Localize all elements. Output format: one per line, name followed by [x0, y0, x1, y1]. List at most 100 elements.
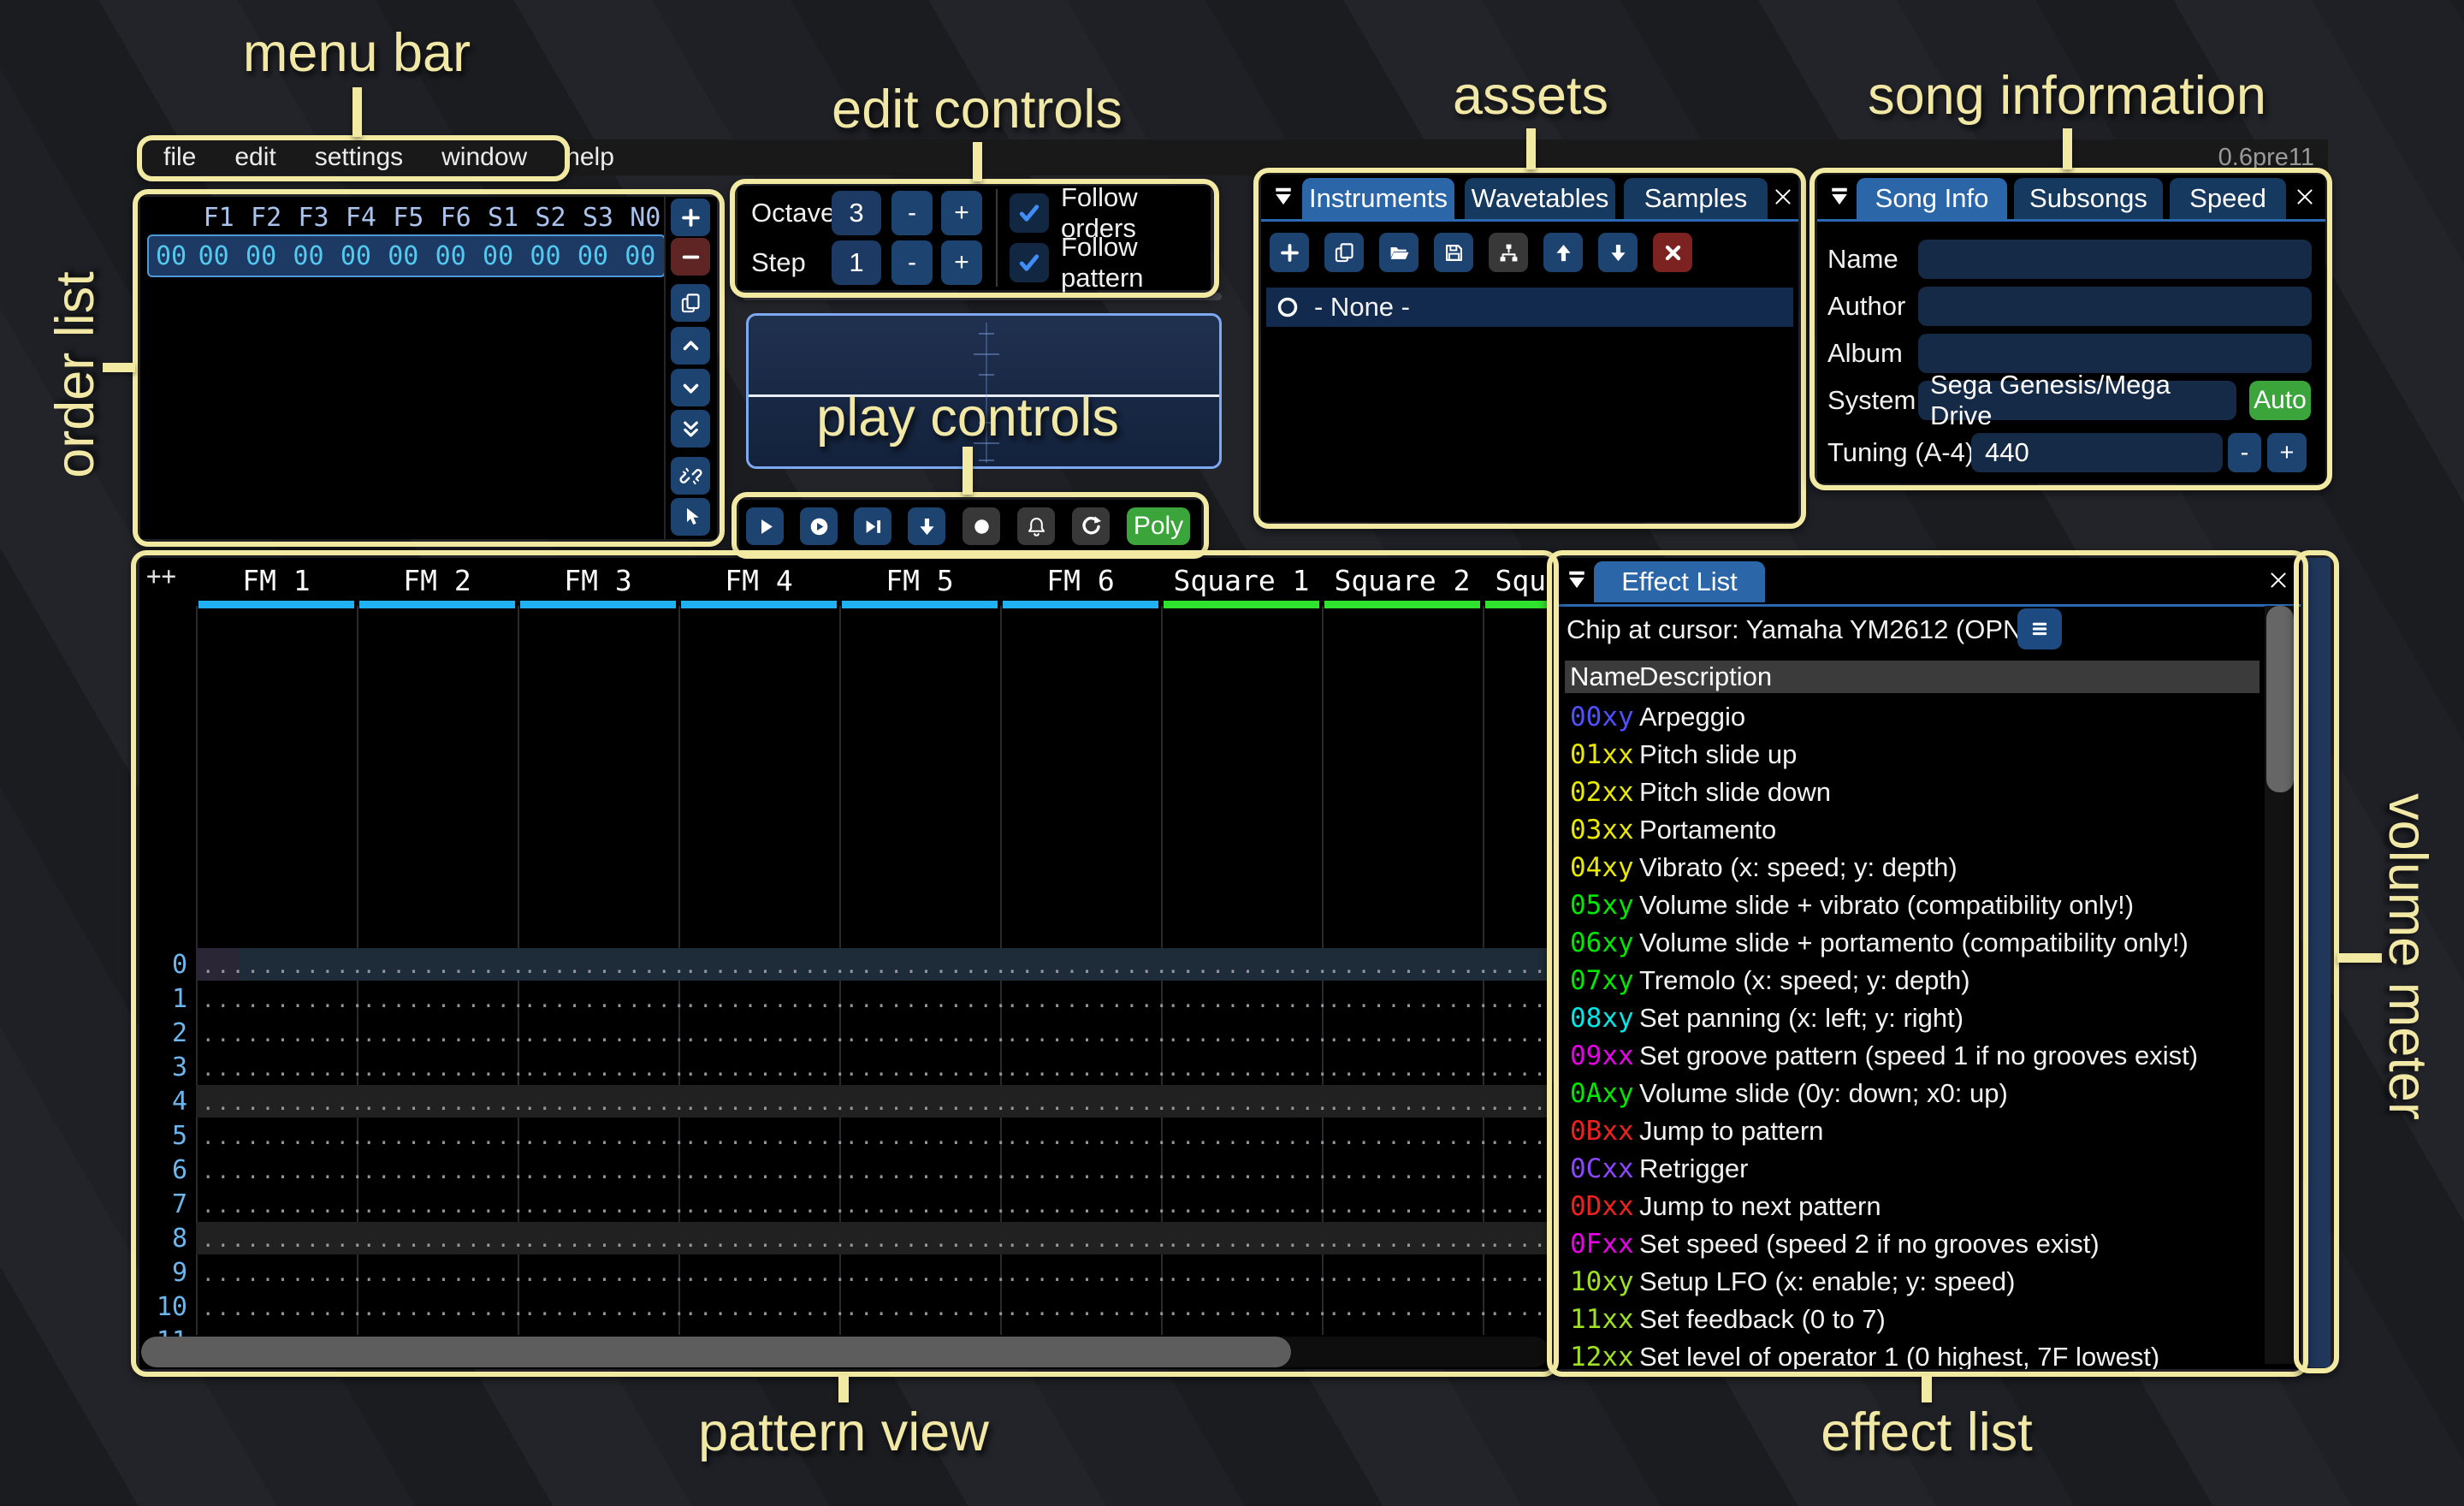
- tab-subsongs[interactable]: Subsongs: [2014, 178, 2163, 219]
- pattern-empty-cell[interactable]: ...........: [684, 1256, 849, 1290]
- pattern-empty-cell[interactable]: ...........: [524, 1256, 688, 1290]
- play-from-cursor-button[interactable]: [854, 507, 891, 545]
- pattern-empty-cell[interactable]: ...........: [524, 1085, 688, 1119]
- pattern-empty-cell[interactable]: ...........: [363, 948, 527, 982]
- pattern-empty-cell[interactable]: ...........: [1489, 1119, 1551, 1153]
- instrument-list-item[interactable]: - None -: [1266, 288, 1793, 327]
- pattern-empty-cell[interactable]: ...........: [1006, 1051, 1170, 1085]
- pattern-empty-cell[interactable]: ...........: [202, 1222, 366, 1256]
- hscrollbar-thumb[interactable]: [141, 1337, 1291, 1367]
- window-separator[interactable]: [743, 293, 1222, 300]
- pattern-empty-cell[interactable]: ...........: [202, 1017, 366, 1051]
- move-up-asset-button[interactable]: [1543, 233, 1583, 272]
- pattern-empty-cell[interactable]: ...........: [1006, 982, 1170, 1017]
- system-select[interactable]: Sega Genesis/Mega Drive: [1918, 381, 2236, 420]
- play-button[interactable]: [746, 507, 784, 545]
- window-collapse-button[interactable]: [1561, 565, 1592, 596]
- order-cell[interactable]: 00: [617, 236, 664, 276]
- menu-item-help[interactable]: help: [566, 143, 614, 172]
- pattern-empty-cell[interactable]: ...........: [845, 1188, 1010, 1222]
- order-row[interactable]: 0000000000000000000000: [147, 234, 666, 277]
- order-cell[interactable]: 00: [190, 236, 237, 276]
- pattern-empty-cell[interactable]: ...........: [684, 1290, 849, 1325]
- pattern-empty-cell[interactable]: ...........: [1328, 1085, 1492, 1119]
- record-button[interactable]: [962, 507, 1000, 545]
- pattern-empty-cell[interactable]: ...........: [1167, 1290, 1331, 1325]
- pattern-empty-cell[interactable]: ...........: [1489, 1256, 1551, 1290]
- chevron-double-down-order-button[interactable]: [671, 410, 710, 448]
- pattern-empty-cell[interactable]: ...........: [845, 1153, 1010, 1188]
- channel-header-square-3[interactable]: Square 3: [1483, 561, 1551, 599]
- pattern-empty-cell[interactable]: ...........: [1167, 948, 1331, 982]
- octave-minus-button[interactable]: -: [891, 191, 933, 235]
- menu-item-file[interactable]: file: [163, 143, 196, 172]
- pattern-empty-cell[interactable]: ...........: [1167, 1256, 1331, 1290]
- pattern-empty-cell[interactable]: ...........: [1489, 1085, 1551, 1119]
- close-button[interactable]: [2289, 181, 2320, 212]
- step-minus-button[interactable]: -: [891, 240, 933, 285]
- add-order-button[interactable]: [671, 199, 710, 236]
- effect-list-row[interactable]: 11xxSet feedback (0 to 7): [1555, 1301, 2256, 1338]
- pattern-empty-cell[interactable]: ...........: [524, 1222, 688, 1256]
- pattern-empty-cell[interactable]: ...........: [845, 1222, 1010, 1256]
- pattern-empty-cell[interactable]: ...........: [363, 1222, 527, 1256]
- pattern-empty-cell[interactable]: ...........: [845, 1119, 1010, 1153]
- pattern-empty-cell[interactable]: ...........: [845, 982, 1010, 1017]
- duplicate-asset-button[interactable]: [1324, 233, 1364, 272]
- pattern-empty-cell[interactable]: ...........: [524, 1017, 688, 1051]
- order-cell[interactable]: 00: [522, 236, 569, 276]
- delete-asset-button[interactable]: [1653, 233, 1692, 272]
- pattern-empty-cell[interactable]: ...........: [684, 1017, 849, 1051]
- pattern-empty-cell[interactable]: ...........: [1328, 1256, 1492, 1290]
- pattern-empty-cell[interactable]: ...........: [524, 1290, 688, 1325]
- close-button[interactable]: [2263, 565, 2294, 596]
- pattern-empty-cell[interactable]: ...........: [1167, 1017, 1331, 1051]
- channel-header-fm-1[interactable]: FM 1: [196, 561, 357, 599]
- octave-value[interactable]: 3: [832, 191, 881, 235]
- pattern-empty-cell[interactable]: ...........: [845, 948, 1010, 982]
- pattern-empty-cell[interactable]: ...........: [202, 1256, 366, 1290]
- chevron-down-order-button[interactable]: [671, 369, 710, 406]
- effect-list-row[interactable]: 00xyArpeggio: [1555, 698, 2256, 736]
- pattern-empty-cell[interactable]: ...........: [1328, 1051, 1492, 1085]
- open-folder-asset-button[interactable]: [1379, 233, 1419, 272]
- play-pattern-button[interactable]: [800, 507, 838, 545]
- pattern-empty-cell[interactable]: ...........: [202, 1085, 366, 1119]
- step-row-button[interactable]: [908, 507, 945, 545]
- pattern-empty-cell[interactable]: ...........: [1328, 1017, 1492, 1051]
- follow-pattern-checkbox[interactable]: [1010, 243, 1049, 282]
- effect-list-row[interactable]: 10xySetup LFO (x: enable; y: speed): [1555, 1263, 2256, 1301]
- author-field[interactable]: [1918, 287, 2312, 326]
- pattern-empty-cell[interactable]: ...........: [1167, 1085, 1331, 1119]
- order-cell[interactable]: 00: [237, 236, 284, 276]
- pattern-empty-cell[interactable]: ...........: [1167, 1188, 1331, 1222]
- chevron-up-order-button[interactable]: [671, 327, 710, 365]
- pattern-empty-cell[interactable]: ...........: [363, 1017, 527, 1051]
- channel-header-square-2[interactable]: Square 2: [1322, 561, 1483, 599]
- pattern-expand-button[interactable]: ++: [146, 561, 176, 590]
- pattern-empty-cell[interactable]: ...........: [524, 948, 688, 982]
- effect-list-row[interactable]: 08xySet panning (x: left; y: right): [1555, 999, 2256, 1037]
- menu-item-window[interactable]: window: [441, 143, 527, 172]
- move-down-asset-button[interactable]: [1598, 233, 1638, 272]
- metronome-bell-button[interactable]: [1017, 507, 1055, 545]
- tab-wavetables[interactable]: Wavetables: [1465, 178, 1615, 219]
- effect-list-row[interactable]: 09xxSet groove pattern (speed 1 if no gr…: [1555, 1037, 2256, 1075]
- pattern-empty-cell[interactable]: ...........: [1006, 1085, 1170, 1119]
- effect-list-vscrollbar[interactable]: [2265, 606, 2295, 1364]
- order-cell[interactable]: 00: [285, 236, 332, 276]
- pattern-empty-cell[interactable]: ...........: [1006, 1290, 1170, 1325]
- channel-header-fm-6[interactable]: FM 6: [1000, 561, 1161, 599]
- channel-header-fm-5[interactable]: FM 5: [839, 561, 1000, 599]
- effect-list-row[interactable]: 12xxSet level of operator 1 (0 highest, …: [1555, 1338, 2256, 1369]
- folder-view-asset-button[interactable]: [1489, 233, 1528, 272]
- pattern-empty-cell[interactable]: ...........: [845, 1256, 1010, 1290]
- window-collapse-button[interactable]: [1824, 181, 1855, 212]
- close-button[interactable]: [1768, 181, 1798, 212]
- pattern-empty-cell[interactable]: ...........: [1006, 1153, 1170, 1188]
- pattern-empty-cell[interactable]: ...........: [202, 948, 366, 982]
- pattern-empty-cell[interactable]: ...........: [202, 1119, 366, 1153]
- pattern-empty-cell[interactable]: ...........: [684, 982, 849, 1017]
- duplicate-order-button[interactable]: [671, 284, 710, 322]
- order-cell[interactable]: 00: [474, 236, 521, 276]
